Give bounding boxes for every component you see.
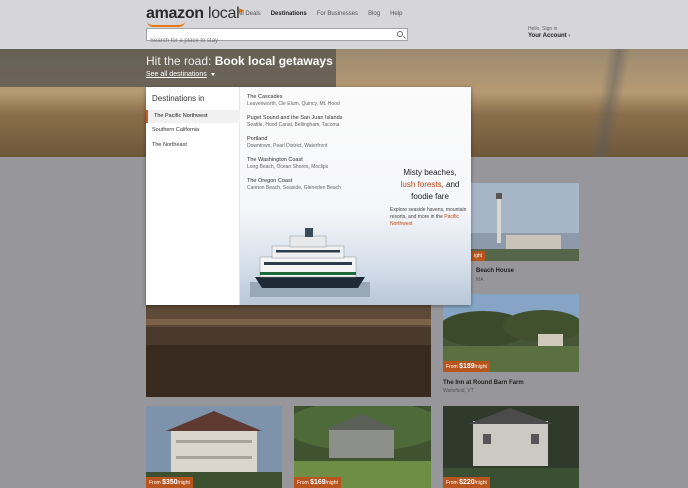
chevron-down-icon: ▾	[568, 33, 571, 39]
region-places: Downtown, Pearl District, Waterfront	[247, 143, 328, 149]
cottage-image	[294, 406, 431, 488]
promo-headline: Misty beaches, lush forests, and foodie …	[400, 168, 460, 201]
region-places: Leavenworth, Cle Elum, Quincy, Mt. Hood	[247, 101, 340, 107]
card-title[interactable]: Beach House	[476, 268, 514, 274]
logo-local: local	[207, 5, 240, 22]
price-tag: From $189/night	[443, 361, 490, 372]
white-house-image	[443, 406, 579, 488]
region-name: The Cascades	[247, 94, 283, 100]
region-places: Seattle, Hood Canal, Bellingham, Tacoma	[247, 122, 340, 128]
region-panel: The Cascades Leavenworth, Cle Elum, Quin…	[240, 87, 471, 305]
beach-house-card[interactable]: ight	[471, 183, 579, 261]
card-title[interactable]: The Inn at Round Barn Farm	[443, 380, 524, 386]
main-nav: All Deals Destinations For Businesses Bl…	[237, 11, 402, 17]
logo-brand: amazon	[146, 5, 204, 22]
region-name: The Washington Coast	[247, 157, 303, 163]
featured-card[interactable]	[146, 305, 431, 397]
destination-pacific-northwest[interactable]: The Pacific Northwest	[146, 110, 240, 123]
region-item[interactable]: The Oregon Coast Cannon Beach, Seaside, …	[247, 178, 341, 191]
destinations-dropdown: Destinations in The Pacific Northwest So…	[146, 87, 471, 305]
destinations-list: Destinations in The Pacific Northwest So…	[146, 87, 240, 305]
lodge-image	[146, 305, 431, 397]
price-tag: ight	[471, 251, 486, 261]
destination-southern-california[interactable]: Southern California	[146, 124, 240, 137]
search-input[interactable]	[147, 35, 387, 47]
road-graphic	[560, 49, 660, 157]
card-location: Waitsfield, VT	[443, 388, 474, 394]
beach-house-image	[471, 183, 579, 261]
nav-help[interactable]: Help	[390, 11, 402, 17]
search-icon[interactable]	[397, 31, 403, 37]
see-all-destinations-link[interactable]: See all destinations	[146, 71, 215, 78]
greeting-text: Hello. Sign in	[528, 26, 558, 32]
account-menu[interactable]: Hello. Sign in Your Account ▾	[528, 26, 571, 40]
region-name: Puget Sound and the San Juan Islands	[247, 115, 343, 121]
promo-block: Misty beaches, lush forests, and foodie …	[390, 167, 470, 228]
search-box	[146, 28, 408, 47]
listing-card[interactable]: From $189/night	[443, 294, 579, 372]
destinations-title: Destinations in	[152, 94, 205, 103]
region-places: Cannon Beach, Seaside, Gleneden Beach	[247, 185, 341, 191]
price-tag: From $220/night	[443, 477, 490, 488]
hero-title: Hit the road: Book local getaways	[146, 54, 333, 68]
listing-card[interactable]: From $169/night	[294, 406, 431, 488]
see-all-label: See all destinations	[146, 71, 207, 78]
ferry-illustration	[250, 228, 370, 297]
region-name: The Oregon Coast	[247, 178, 293, 184]
victorian-house-image	[146, 406, 282, 488]
nav-all-deals[interactable]: All Deals	[237, 11, 261, 17]
destination-northeast[interactable]: The Northeast	[146, 139, 240, 152]
smile-icon	[147, 21, 185, 27]
card-location: MA	[476, 277, 484, 283]
region-item[interactable]: The Cascades Leavenworth, Cle Elum, Quin…	[247, 94, 340, 107]
site-header: amazon local▸ All Deals Destinations For…	[0, 0, 688, 49]
listing-card[interactable]: From $350/night	[146, 406, 282, 488]
region-name: Portland	[247, 136, 268, 142]
region-item[interactable]: Puget Sound and the San Juan Islands Sea…	[247, 115, 342, 128]
nav-blog[interactable]: Blog	[368, 11, 380, 17]
region-places: Long Beach, Ocean Shores, Moclips	[247, 164, 329, 170]
hero-title-prefix: Hit the road:	[146, 54, 215, 68]
amazon-local-logo[interactable]: amazon local▸	[146, 5, 244, 27]
listing-card[interactable]: From $220/night	[443, 406, 579, 488]
hero-title-bold: Book local getaways	[214, 54, 333, 68]
nav-for-businesses[interactable]: For Businesses	[317, 11, 358, 17]
price-tag: From $350/night	[146, 477, 193, 488]
region-item[interactable]: Portland Downtown, Pearl District, Water…	[247, 136, 327, 149]
region-item[interactable]: The Washington Coast Long Beach, Ocean S…	[247, 157, 328, 170]
nav-destinations[interactable]: Destinations	[271, 11, 307, 17]
promo-body: Explore seaside havens, mountain resorts…	[390, 207, 467, 227]
account-label: Your Account	[528, 33, 567, 39]
price-tag: From $169/night	[294, 477, 341, 488]
caret-down-icon	[210, 72, 215, 76]
